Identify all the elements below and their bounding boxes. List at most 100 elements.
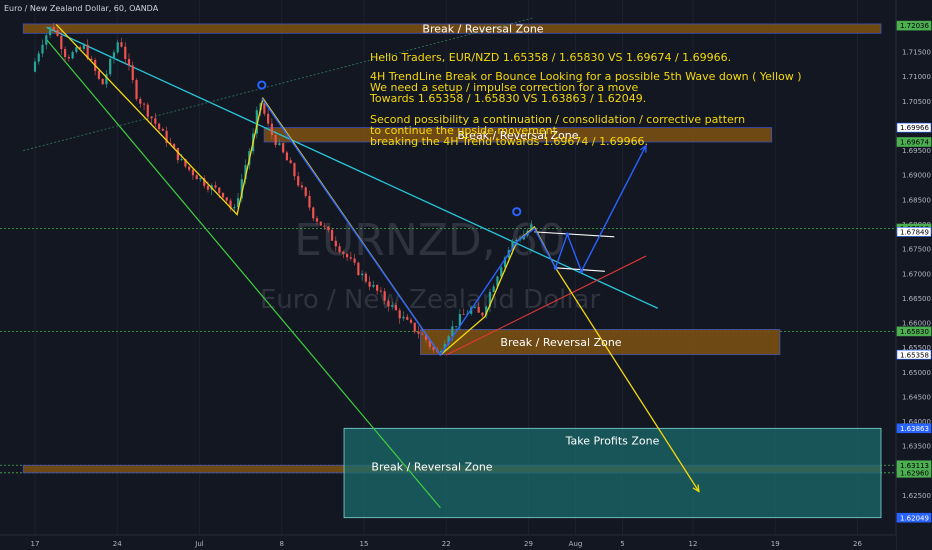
candle-body [195,175,198,180]
candle-body [180,158,183,161]
candle-body [353,258,356,263]
candle-body [120,42,123,47]
y-tick-label: 1.71000 [902,73,931,81]
candle-body [413,322,416,332]
y-tick-label: 1.64500 [902,393,931,401]
y-tick-label: 1.67500 [902,246,931,254]
candle-body [383,291,386,301]
y-tick-label: 1.62500 [902,492,931,500]
candle-body [278,143,281,145]
candle-body [398,310,401,319]
candle-body [492,286,495,292]
x-tick-label: 19 [771,540,780,548]
x-tick-label: 5 [620,540,624,548]
y-tick-label: 1.70500 [902,98,931,106]
y-tick-label: 1.68500 [902,196,931,204]
candle-body [417,331,420,334]
x-tick-label: Jul [194,540,204,548]
candle-body [274,135,277,145]
chart-root: EURNZD, 60 Euro / New Zealand Dollar Brea… [0,0,932,550]
x-tick-label: 22 [442,540,451,548]
candle-body [402,316,405,319]
candle-body [477,306,480,313]
candle-body [33,61,37,72]
candle-body [142,103,146,105]
candle-body [312,207,315,219]
candle-body [112,52,116,59]
candle-body [63,49,67,58]
candle-body [150,116,153,119]
price-tag-label: 1.63863 [900,425,929,433]
candle-body [342,251,345,254]
y-tick-label: 1.67000 [902,270,931,278]
candle-body [157,123,161,130]
candle-body [161,129,164,131]
candle-body [214,185,217,188]
candle-body [41,44,44,54]
candle-body [455,326,458,327]
candle-body [409,319,413,323]
candle-body [300,185,304,188]
candle-body [394,305,398,311]
annotation-line: Hello Traders, EUR/NZD 1.65358 / 1.65830… [370,51,731,64]
annotation-line: breaking the 4H Trend towards 1.69674 / … [370,135,648,148]
candle-body [116,42,119,53]
candle-body [327,226,330,230]
price-tag-label: 1.62049 [900,514,929,522]
candle-body [188,166,191,170]
candle-body [48,26,52,36]
candle-body [330,229,334,241]
candle-body [361,273,364,276]
candle-body [379,290,383,292]
take-profits-label: Take Profits Zone [565,434,660,447]
candle-body [56,30,59,36]
x-tick-label: 15 [360,540,369,548]
candle-body [146,104,149,117]
candle-body [282,143,285,153]
x-tick-label: 8 [280,540,284,548]
candle-body [368,281,371,287]
candle-body [60,35,63,50]
zone-label: Break / Reversal Zone [422,23,543,36]
candle-body [45,35,48,45]
candle-body [52,26,55,31]
candle-body [97,70,101,79]
y-tick-label: 1.66500 [902,295,931,303]
candle-body [473,306,477,308]
candle-body [406,316,409,320]
x-tick-label: 29 [524,540,533,548]
wave-point [565,232,570,237]
candle-body [304,187,307,196]
y-tick-label: 1.65000 [902,369,931,377]
candle-body [357,262,360,276]
candle-body [376,284,379,291]
watermark-symbol: EURNZD, 60 [294,215,565,266]
candle-body [233,207,236,209]
price-tag-label: 1.72036 [900,22,929,30]
candle-body [221,192,225,198]
price-tag-label: 1.65830 [900,328,929,336]
candle-body [462,314,465,315]
x-tick-label: 26 [853,540,862,548]
y-tick-label: 1.69500 [902,147,931,155]
candle-body [206,185,210,190]
candle-body [267,113,270,124]
candle-body [263,103,266,114]
candle-body [481,312,484,316]
watermark-name: Euro / New Zealand Dollar [260,285,601,315]
x-tick-label: 17 [31,540,40,548]
candle-body [285,152,289,161]
y-tick-label: 1.71500 [902,49,931,57]
candle-body [372,284,375,287]
x-tick-label: 24 [113,540,122,548]
candle-body [421,333,424,335]
candle-body [124,46,127,59]
price-tag-label: 1.65358 [900,351,929,359]
candle-body [308,195,311,208]
zone-label: Break / Reversal Zone [371,460,492,473]
chart[interactable]: EURNZD, 60 Euro / New Zealand Dollar Brea… [0,0,932,550]
candle-body [293,163,296,177]
price-tag-label: 1.69674 [900,139,929,147]
y-tick-label: 1.63500 [902,443,931,451]
candle-body [131,65,134,80]
